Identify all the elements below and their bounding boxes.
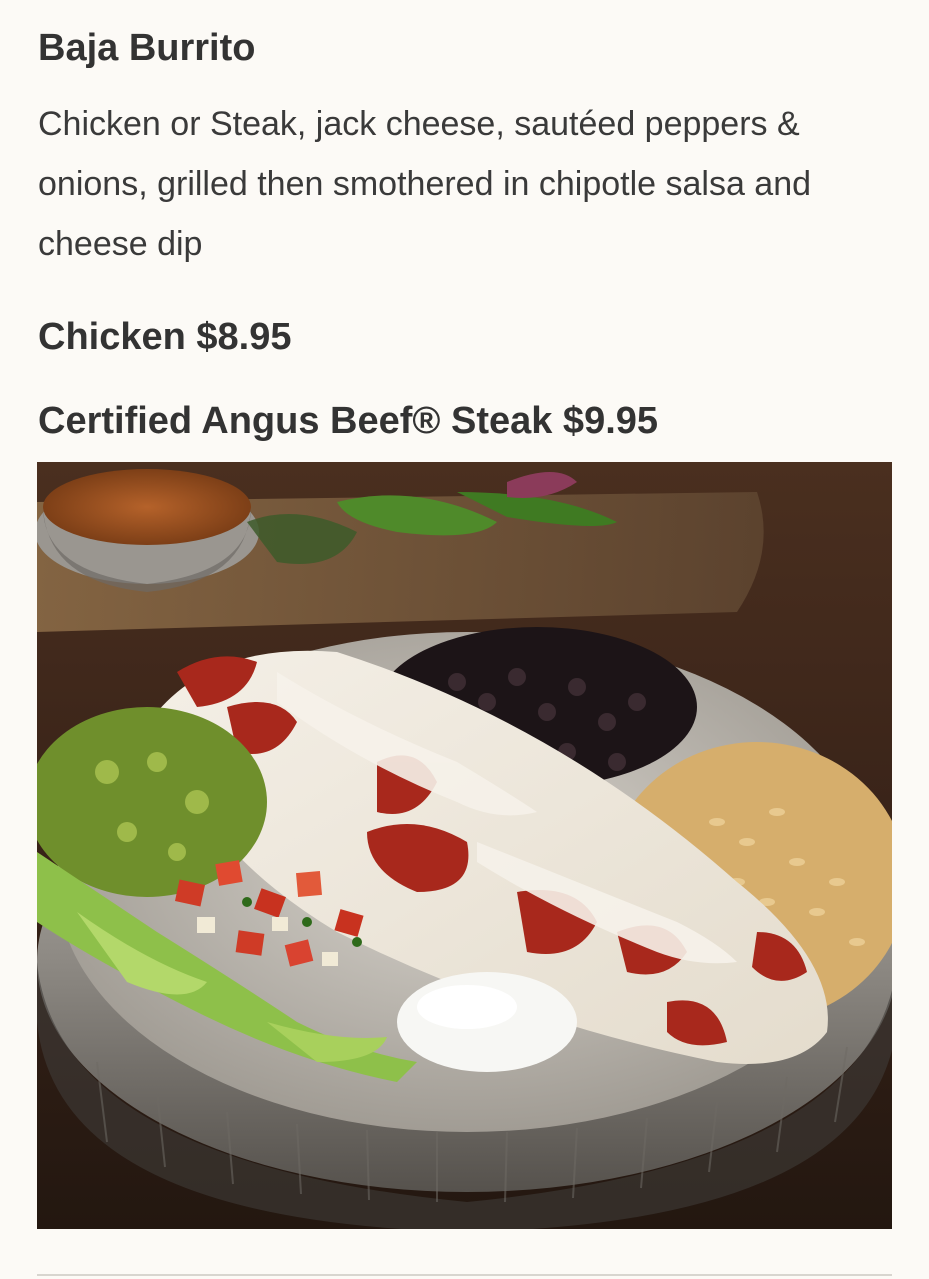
section-divider — [37, 1274, 892, 1276]
menu-item-card: Baja Burrito Chicken or Steak, jack chee… — [0, 0, 929, 1279]
item-description: Chicken or Steak, jack cheese, sautéed p… — [38, 105, 812, 263]
price-steak: Certified Angus Beef® Steak $9.95 — [38, 400, 659, 442]
price-chicken: Chicken $8.95 — [38, 316, 292, 358]
burrito-photo — [37, 462, 892, 1229]
item-title: Baja Burrito — [38, 27, 256, 69]
